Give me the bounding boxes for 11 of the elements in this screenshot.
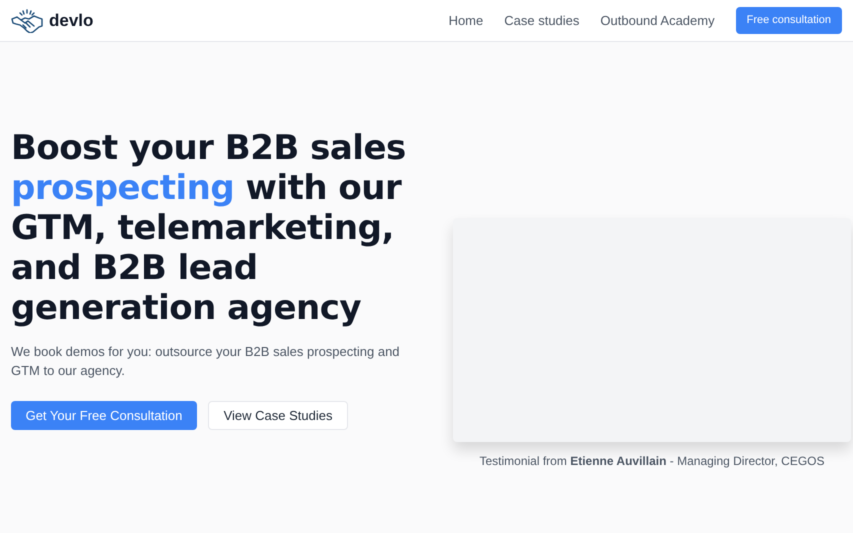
- nav-link[interactable]: Case studies: [504, 10, 580, 30]
- nav-link[interactable]: Home: [448, 10, 484, 30]
- get-consultation-button[interactable]: Get Your Free Consultation: [11, 401, 197, 430]
- handshake-logo-icon: [11, 8, 43, 32]
- nav-link[interactable]: Outbound Academy: [600, 10, 715, 30]
- testimonial-caption: Testimonial from Etienne Auvillain - Managing Director, CEGOS: [479, 453, 824, 470]
- view-case-studies-button[interactable]: View Case Studies: [208, 401, 348, 430]
- brand-name[interactable]: devlo: [49, 8, 94, 34]
- hero-subtitle: We book demos for you: outsource your B2B sales prospecting and GTM to our agency.: [11, 343, 401, 380]
- free-consultation-button[interactable]: Free consultation: [736, 7, 842, 34]
- hero-headline: Boost your B2B sales prospecting with our GTM, telemarketing, and B2B lead generation agency: [11, 128, 407, 328]
